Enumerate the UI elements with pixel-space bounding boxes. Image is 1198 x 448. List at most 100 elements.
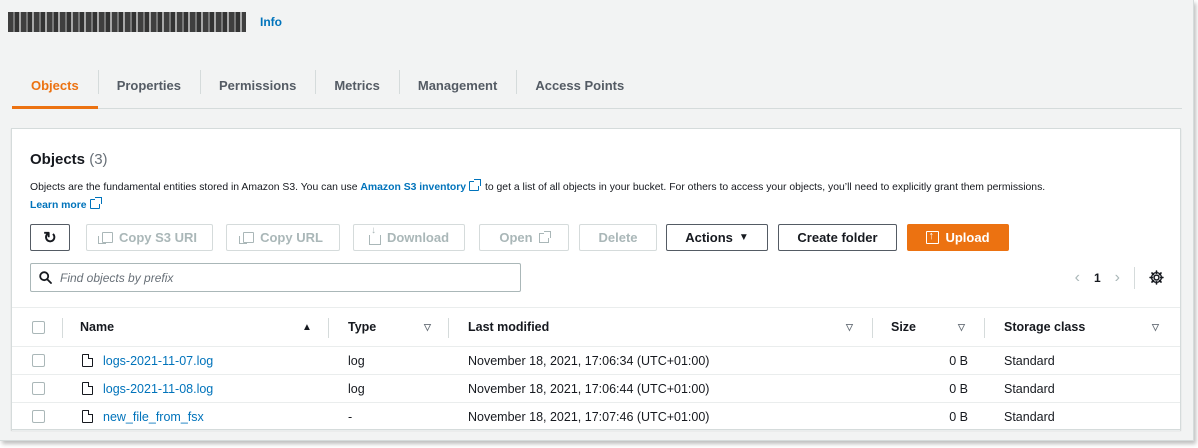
object-name-link[interactable]: new_file_from_fsx <box>103 410 204 424</box>
description-text-1: Objects are the fundamental entities sto… <box>30 182 361 193</box>
copy-url-button[interactable]: Copy URL <box>226 224 340 251</box>
search-box[interactable] <box>30 263 521 292</box>
column-header-size[interactable]: Size <box>891 320 916 334</box>
chevron-left-icon[interactable]: ‹ <box>1075 269 1080 287</box>
bucket-name-redacted <box>8 12 246 32</box>
copy-icon <box>239 232 255 244</box>
objects-panel: Objects (3) Objects are the fundamental … <box>11 128 1181 431</box>
type-cell: log <box>348 381 365 396</box>
type-cell: - <box>348 409 353 424</box>
objects-heading: Objects (3) <box>30 151 108 168</box>
copy-s3-uri-button[interactable]: Copy S3 URI <box>86 224 213 251</box>
column-header-last-modified[interactable]: Last modified <box>468 320 549 334</box>
caret-down-icon: ▼ <box>738 232 749 243</box>
size-cell: 0 B <box>949 409 968 424</box>
learn-more-link[interactable]: Learn more <box>30 200 87 211</box>
select-all-checkbox[interactable] <box>32 320 45 334</box>
create-folder-button[interactable]: Create folder <box>778 224 897 251</box>
copy-s3-uri-label: Copy S3 URI <box>118 230 197 245</box>
tab-access-points[interactable]: Access Points <box>516 62 643 108</box>
last-modified-cell: November 18, 2021, 17:07:46 (UTC+01:00) <box>468 409 710 424</box>
storage-class-cell: Standard <box>1004 381 1055 396</box>
divider <box>984 318 985 338</box>
search-input[interactable] <box>58 269 502 286</box>
s3-bucket-page: Info Objects Properties Permissions Metr… <box>0 0 1194 441</box>
bucket-tabs: Objects Properties Permissions Metrics M… <box>12 62 1182 109</box>
open-label: Open <box>499 230 533 245</box>
sort-icon[interactable]: ▽ <box>424 322 431 333</box>
bucket-header: Info <box>8 8 282 36</box>
file-icon <box>82 354 93 367</box>
external-link-icon <box>469 179 482 191</box>
refresh-button[interactable]: ↻ <box>30 224 70 251</box>
description-text-2: to get a list of all objects in your buc… <box>482 182 1046 193</box>
upload-label: Upload <box>945 230 990 245</box>
download-label: Download <box>386 230 450 245</box>
file-cell: logs-2021-11-08.log <box>82 382 213 396</box>
tab-permissions[interactable]: Permissions <box>200 62 315 108</box>
objects-count: (3) <box>89 151 108 168</box>
upload-button[interactable]: Upload <box>907 224 1009 251</box>
create-folder-label: Create folder <box>797 230 878 245</box>
external-link-icon <box>538 230 551 243</box>
objects-table: Name ▲ Type ▽ Last modified ▽ Size ▽ Sto… <box>12 307 1180 431</box>
table-row[interactable]: new_file_from_fsx - November 18, 2021, 1… <box>12 403 1180 431</box>
objects-description: Objects are the fundamental entities sto… <box>30 179 1170 215</box>
tab-management[interactable]: Management <box>398 62 516 108</box>
tab-properties[interactable]: Properties <box>97 62 200 108</box>
last-modified-cell: November 18, 2021, 17:06:34 (UTC+01:00) <box>468 353 710 368</box>
divider <box>328 318 329 338</box>
search-icon <box>39 271 52 284</box>
chevron-right-icon[interactable]: › <box>1115 269 1120 287</box>
table-row[interactable]: logs-2021-11-07.log log November 18, 202… <box>12 347 1180 375</box>
open-button[interactable]: Open <box>479 224 569 251</box>
pagination: ‹ 1 › <box>1075 263 1164 292</box>
refresh-icon: ↻ <box>43 229 57 247</box>
download-icon <box>368 226 381 245</box>
sort-icon[interactable]: ▽ <box>1152 322 1159 333</box>
tab-objects[interactable]: Objects <box>12 62 98 109</box>
sort-icon[interactable]: ▽ <box>958 322 965 333</box>
file-icon <box>82 410 93 423</box>
info-link[interactable]: Info <box>260 15 282 29</box>
row-checkbox[interactable] <box>32 382 45 395</box>
actions-label: Actions <box>685 230 733 245</box>
storage-class-cell: Standard <box>1004 353 1055 368</box>
object-name-link[interactable]: logs-2021-11-08.log <box>103 382 213 396</box>
divider <box>448 318 449 338</box>
upload-icon <box>926 230 940 244</box>
type-cell: log <box>348 353 365 368</box>
file-cell: logs-2021-11-07.log <box>82 354 213 368</box>
sort-ascending-icon[interactable]: ▲ <box>302 322 312 333</box>
tab-metrics[interactable]: Metrics <box>315 62 399 108</box>
delete-label: Delete <box>598 230 638 245</box>
column-header-type[interactable]: Type <box>348 320 376 334</box>
last-modified-cell: November 18, 2021, 17:06:44 (UTC+01:00) <box>468 381 710 396</box>
objects-title: Objects <box>30 151 86 168</box>
divider <box>872 318 873 338</box>
sort-icon[interactable]: ▽ <box>846 322 853 333</box>
file-icon <box>82 382 93 395</box>
column-header-name[interactable]: Name <box>80 320 114 334</box>
object-name-link[interactable]: logs-2021-11-07.log <box>103 354 213 368</box>
table-header: Name ▲ Type ▽ Last modified ▽ Size ▽ Sto… <box>12 307 1180 347</box>
actions-dropdown[interactable]: Actions ▼ <box>666 224 768 251</box>
page-number[interactable]: 1 <box>1094 271 1101 285</box>
copy-icon <box>97 232 113 244</box>
copy-url-label: Copy URL <box>260 230 323 245</box>
file-cell: new_file_from_fsx <box>82 410 204 424</box>
size-cell: 0 B <box>949 353 968 368</box>
external-link-icon <box>89 197 102 209</box>
divider <box>1134 266 1135 289</box>
gear-icon[interactable] <box>1149 270 1164 285</box>
table-row[interactable]: logs-2021-11-08.log log November 18, 202… <box>12 375 1180 403</box>
column-header-storage-class[interactable]: Storage class <box>1004 320 1085 334</box>
divider <box>62 318 63 338</box>
inventory-link[interactable]: Amazon S3 inventory <box>360 182 466 193</box>
download-button[interactable]: Download <box>353 224 465 251</box>
row-checkbox[interactable] <box>32 410 45 423</box>
size-cell: 0 B <box>949 381 968 396</box>
row-checkbox[interactable] <box>32 354 45 367</box>
storage-class-cell: Standard <box>1004 409 1055 424</box>
delete-button[interactable]: Delete <box>579 224 657 251</box>
